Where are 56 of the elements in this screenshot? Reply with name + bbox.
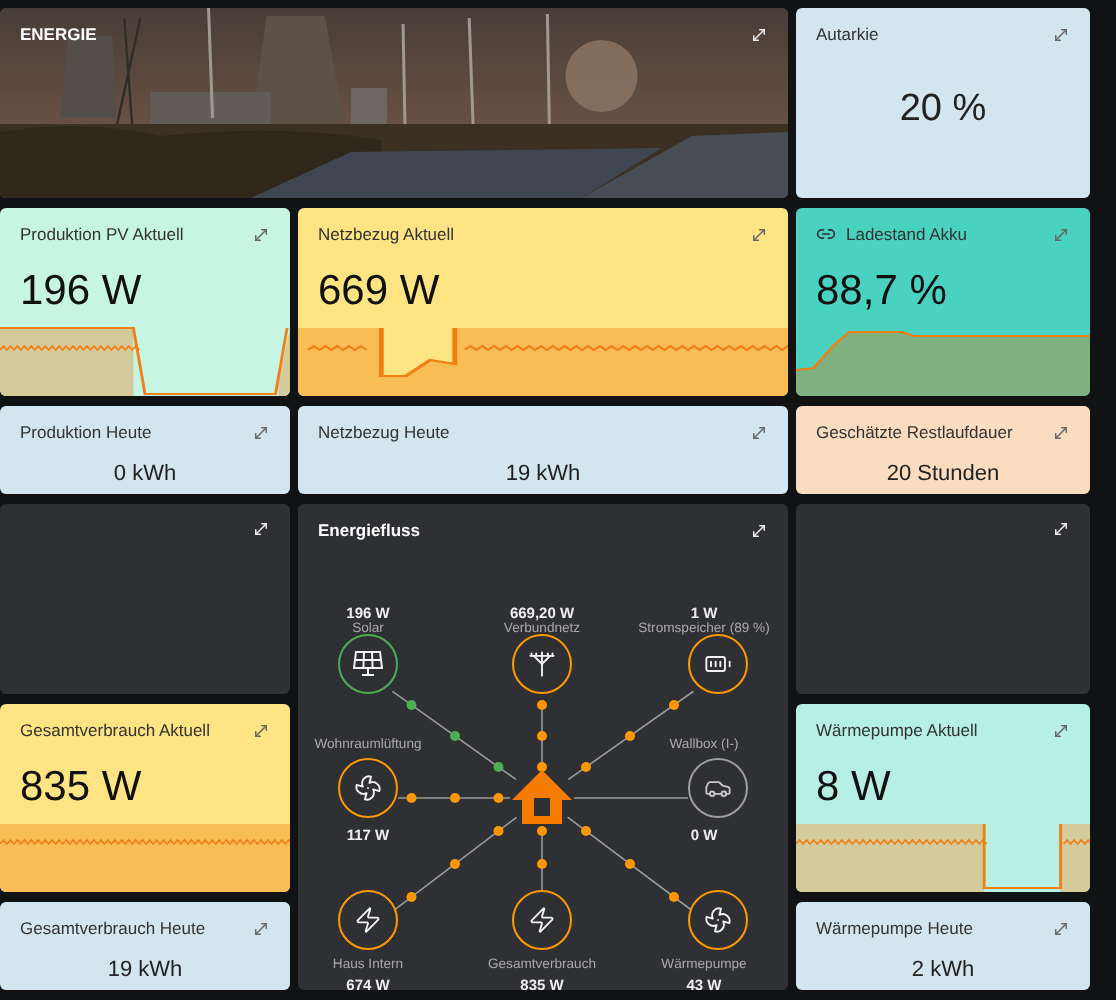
current-value: 88,7 %: [816, 268, 949, 316]
stat-value: 2 kWh: [909, 958, 977, 982]
flow-line: [537, 700, 547, 772]
graph-card[interactable]: Produktion PV Aktuell 196 W: [0, 208, 290, 396]
card-title: Netzbezug Heute: [318, 422, 452, 442]
flow-node[interactable]: [338, 890, 398, 950]
stat-card[interactable]: Geschätzte Restlaufdauer 20 Stunden: [796, 406, 1090, 494]
stat-value: 19 kWh: [503, 462, 583, 486]
solar-panel-icon: [352, 648, 384, 680]
flow-node[interactable]: [512, 634, 572, 694]
battery-icon: [704, 650, 732, 678]
fan-icon: [704, 906, 732, 934]
card-title: Produktion Heute: [20, 422, 154, 442]
stat-value: 20 Stunden: [884, 462, 1002, 486]
current-value: 196 W: [20, 268, 144, 316]
flow-node[interactable]: [338, 758, 398, 818]
card-title: Energiefluss: [318, 520, 423, 540]
graph-card[interactable]: Ladestand Akku 88,7 %: [796, 208, 1090, 396]
lightning-icon: [528, 906, 556, 934]
graph-card[interactable]: Wärmepumpe Aktuell 8 W: [796, 704, 1090, 892]
card-title: Netzbezug Aktuell: [318, 224, 457, 244]
card-title: Autarkie: [816, 24, 881, 44]
flow-node[interactable]: [688, 634, 748, 694]
card-title: Geschätzte Restlaufdauer: [816, 422, 1015, 442]
current-value: 835 W: [20, 764, 144, 812]
current-value: 8 W: [816, 764, 893, 812]
flow-line: [397, 793, 511, 803]
current-value: 669 W: [318, 268, 442, 316]
card-title: ENERGIE: [20, 24, 99, 44]
flow-line: [573, 797, 689, 799]
stat-value: 0 kWh: [111, 462, 179, 486]
stat-card[interactable]: Wärmepumpe Heute 2 kWh: [796, 902, 1090, 990]
stat-value: 20 %: [897, 88, 989, 132]
card-title: Ladestand Akku: [846, 224, 969, 244]
flow-node[interactable]: [512, 890, 572, 950]
card-title: Gesamtverbrauch Heute: [20, 918, 208, 938]
lightning-icon: [354, 906, 382, 934]
stat-value: 19 kWh: [105, 958, 185, 982]
card-title: Gesamtverbrauch Aktuell: [20, 720, 212, 740]
flow-node[interactable]: [688, 890, 748, 950]
flow-node[interactable]: [688, 758, 748, 818]
card-title: Produktion PV Aktuell: [20, 224, 186, 244]
stat-card[interactable]: Autarkie 20 %: [796, 8, 1090, 198]
stat-card[interactable]: Produktion Heute 0 kWh: [0, 406, 290, 494]
stat-card[interactable]: Netzbezug Heute 19 kWh: [298, 406, 788, 494]
graph-card[interactable]: Gesamtverbrauch Aktuell 835 W: [0, 704, 290, 892]
graph-card[interactable]: Netzbezug Aktuell 669 W: [298, 208, 788, 396]
utility-pole-icon: [528, 650, 556, 678]
stat-card[interactable]: Gesamtverbrauch Heute 19 kWh: [0, 902, 290, 990]
house-icon: [512, 770, 572, 824]
flow-line: [566, 816, 695, 913]
card-title: Wärmepumpe Aktuell: [816, 720, 980, 740]
card-title: Wärmepumpe Heute: [816, 918, 975, 938]
flow-node[interactable]: [338, 634, 398, 694]
flow-line: [391, 816, 518, 913]
fan-icon: [354, 774, 382, 802]
